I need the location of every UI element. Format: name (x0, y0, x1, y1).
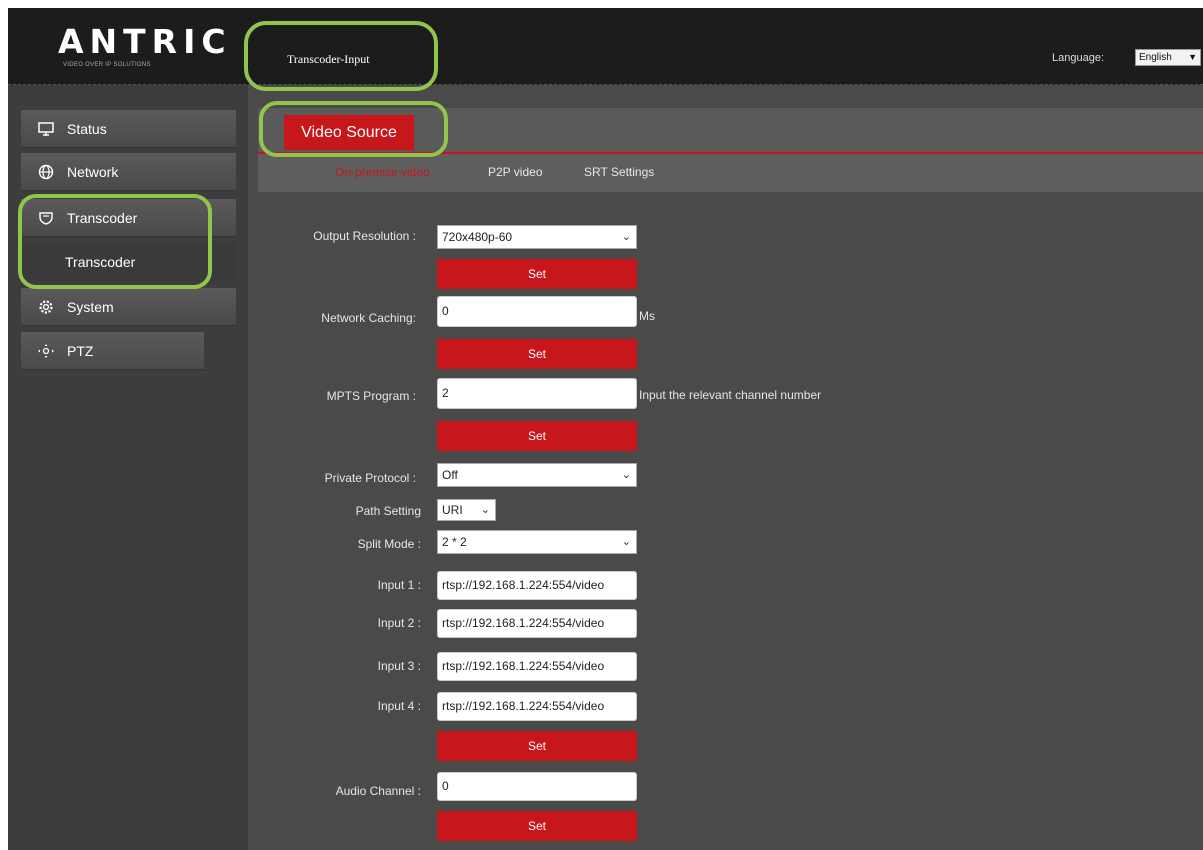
language-label: Language: (1052, 52, 1104, 64)
mpts-program-set-button[interactable]: Set (437, 421, 637, 451)
split-mode-select[interactable]: 2 * 2 ⌄ (437, 530, 637, 554)
language-select[interactable]: English ▼ (1135, 49, 1201, 66)
logo: ANTRIC VIDEO OVER IP SOLUTIONS (58, 22, 248, 74)
input-2-label: Input 2 : (377, 616, 421, 630)
logo-text: ANTRIC (58, 22, 232, 61)
output-resolution-set-button[interactable]: Set (437, 259, 637, 289)
network-caching-unit: Ms (639, 309, 655, 323)
header-bar: ANTRIC VIDEO OVER IP SOLUTIONS Transcode… (8, 8, 1203, 85)
input-2-field[interactable]: rtsp://192.168.1.224:554/video (437, 609, 637, 638)
path-setting-select[interactable]: URI ⌄ (437, 499, 496, 521)
monitor-icon (37, 110, 55, 148)
audio-channel-input[interactable]: 0 (437, 772, 637, 801)
split-mode-value: 2 * 2 (442, 535, 467, 549)
content-panel (258, 194, 1203, 850)
subtab-p2p-video[interactable]: P2P video (488, 164, 543, 180)
sidebar-item-label: Network (67, 164, 119, 180)
network-caching-set-button[interactable]: Set (437, 339, 637, 369)
highlight-page-title (244, 21, 438, 91)
network-caching-label: Network Caching: (321, 311, 416, 325)
audio-channel-set-button[interactable]: Set (437, 811, 637, 841)
highlight-video-source-tab (259, 101, 448, 157)
split-mode-label: Split Mode : (357, 537, 421, 551)
private-protocol-select[interactable]: Off ⌄ (437, 463, 637, 487)
input-1-label: Input 1 : (377, 578, 421, 592)
sidebar-item-ptz[interactable]: PTZ (21, 332, 204, 370)
output-resolution-label: Output Resolution : (313, 229, 416, 243)
private-protocol-label: Private Protocol : (324, 471, 416, 485)
mpts-program-input[interactable]: 2 (437, 378, 637, 409)
output-resolution-value: 720x480p-60 (442, 230, 513, 244)
mpts-program-hint: Input the relevant channel number (639, 388, 822, 402)
input-1-field[interactable]: rtsp://192.168.1.224:554/video (437, 571, 637, 600)
highlight-transcoder-menu (18, 194, 212, 289)
sidebar-item-label: System (67, 299, 114, 315)
sidebar-item-label: PTZ (67, 343, 94, 359)
private-protocol-value: Off (442, 468, 458, 482)
network-caching-input[interactable]: 0 (437, 296, 637, 327)
subtab-srt-settings[interactable]: SRT Settings (584, 164, 654, 180)
sidebar-item-system[interactable]: System (21, 288, 236, 326)
chevron-down-icon: ⌄ (480, 504, 490, 516)
sidebar-item-label: Status (67, 121, 107, 137)
chevron-down-icon: ⌄ (621, 536, 631, 548)
sidebar-item-status[interactable]: Status (21, 110, 236, 148)
app-window: ANTRIC VIDEO OVER IP SOLUTIONS Transcode… (8, 8, 1203, 850)
output-resolution-select[interactable]: 720x480p-60 ⌄ (437, 225, 637, 249)
logo-tagline: VIDEO OVER IP SOLUTIONS (63, 62, 151, 68)
chevron-down-icon: ▼ (1188, 52, 1197, 62)
input-4-field[interactable]: rtsp://192.168.1.224:554/video (437, 692, 637, 721)
chevron-down-icon: ⌄ (621, 469, 631, 481)
language-value: English (1139, 52, 1172, 63)
path-setting-label: Path Setting (355, 504, 421, 518)
audio-channel-label: Audio Channel : (335, 784, 421, 798)
mpts-program-label: MPTS Program : (326, 389, 416, 403)
input-3-field[interactable]: rtsp://192.168.1.224:554/video (437, 652, 637, 681)
gear-icon (37, 288, 55, 326)
chevron-down-icon: ⌄ (621, 231, 631, 243)
globe-icon (37, 153, 55, 191)
path-setting-value: URI (442, 503, 463, 517)
input-3-label: Input 3 : (377, 659, 421, 673)
input-4-label: Input 4 : (377, 699, 421, 713)
ptz-icon (37, 332, 55, 370)
sidebar-item-network[interactable]: Network (21, 153, 236, 191)
inputs-set-button[interactable]: Set (437, 731, 637, 761)
subtab-on-premise-video[interactable]: On-premise video (335, 164, 430, 180)
